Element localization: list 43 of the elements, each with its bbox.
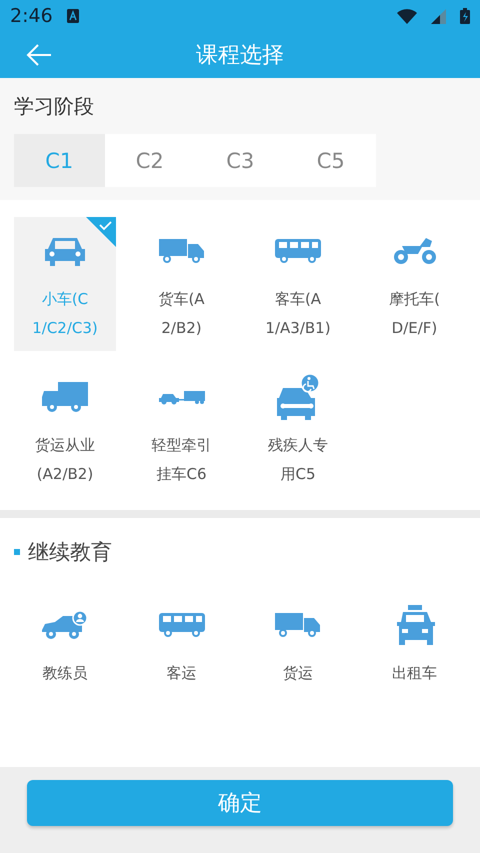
truck-icon xyxy=(42,382,88,412)
course-option[interactable]: 出租车 xyxy=(364,586,466,688)
course-option[interactable]: 教练员 xyxy=(14,586,116,688)
car-person-icon xyxy=(42,610,88,640)
page-title: 课程选择 xyxy=(196,42,284,70)
vehicle-option[interactable]: 残疾人专 用C5 xyxy=(247,363,349,497)
accessible-car-icon xyxy=(275,374,321,420)
vehicle-label: 货车(A 2/B2) xyxy=(158,289,205,339)
car-icon xyxy=(45,235,85,267)
signal-icon xyxy=(431,8,446,24)
vehicle-option[interactable]: 货运从业 (A2/B2) xyxy=(14,363,116,497)
status-time: 2:46 xyxy=(10,5,53,27)
vehicle-label: 残疾人专 用C5 xyxy=(268,435,328,485)
vehicle-label: 摩托车( D/E/F) xyxy=(389,289,440,339)
section-title: 学习阶段 xyxy=(14,93,94,120)
course-option[interactable]: 货运 xyxy=(247,586,349,688)
motorcycle-icon xyxy=(392,236,438,266)
notification-icon xyxy=(66,9,79,23)
vehicle-option[interactable]: 摩托车( D/E/F) xyxy=(364,217,466,351)
section-title: 继续教育 xyxy=(28,539,112,566)
back-arrow-icon[interactable] xyxy=(26,44,52,66)
vehicle-label: 货运从业 (A2/B2) xyxy=(35,435,95,485)
taxi-icon xyxy=(394,605,434,645)
course-label: 出租车 xyxy=(392,663,437,684)
vehicle-option[interactable]: 货车(A 2/B2) xyxy=(130,217,232,351)
bus-icon xyxy=(158,613,204,637)
course-label: 教练员 xyxy=(42,663,88,684)
course-label: 货运 xyxy=(283,663,313,684)
wifi-icon xyxy=(397,8,417,24)
course-option[interactable]: 客运 xyxy=(130,586,232,688)
bullet-icon xyxy=(14,549,20,555)
battery-icon xyxy=(460,8,470,24)
vehicle-label: 小车(C 1/C2/C3) xyxy=(32,289,98,339)
truck-icon xyxy=(158,239,204,263)
vehicle-label: 轻型牵引 挂车C6 xyxy=(152,435,212,485)
car-trailer-icon xyxy=(158,389,204,405)
vehicle-option[interactable]: 轻型牵引 挂车C6 xyxy=(130,363,232,497)
vehicle-option[interactable]: 客车(A 1/A3/B1) xyxy=(247,217,349,351)
vehicle-label: 客车(A 1/A3/B1) xyxy=(265,289,331,339)
course-label: 客运 xyxy=(166,663,196,684)
truck-icon xyxy=(275,613,321,637)
bus-icon xyxy=(275,239,321,263)
check-corner-icon xyxy=(86,217,116,247)
